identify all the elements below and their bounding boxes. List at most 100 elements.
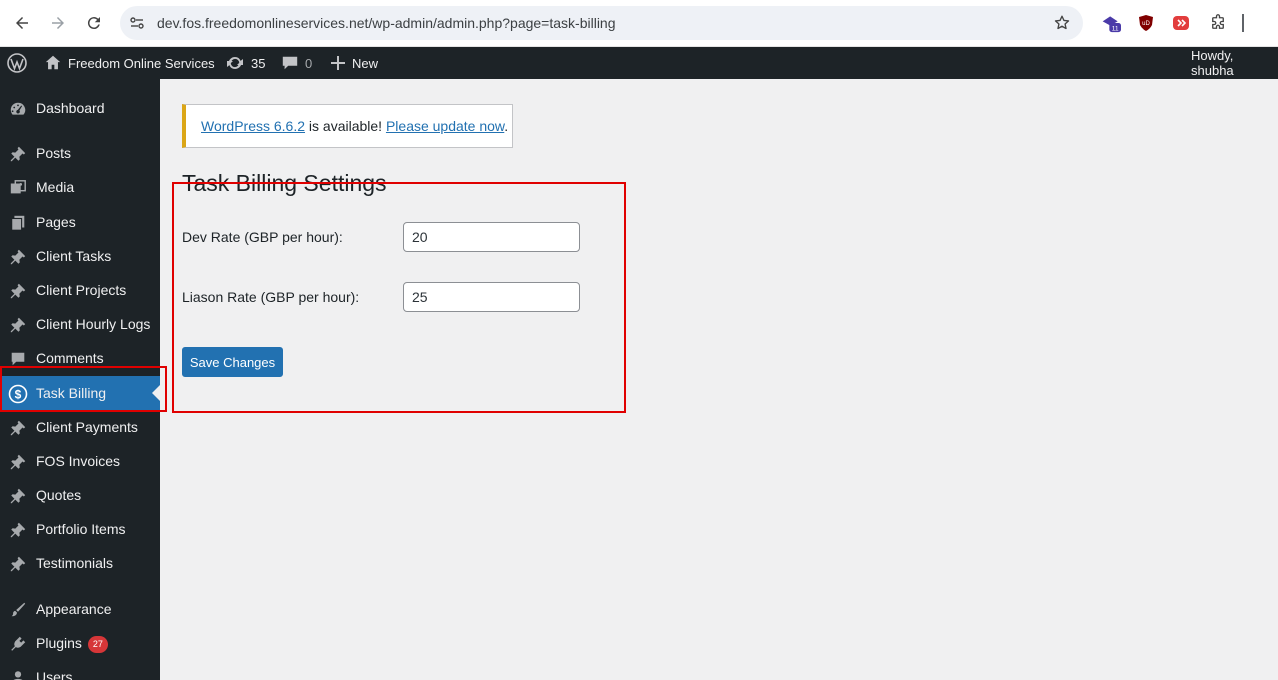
media-extension-icon[interactable]	[1171, 13, 1191, 33]
pin-icon	[8, 452, 28, 472]
puzzle-icon[interactable]	[1208, 13, 1228, 33]
home-icon	[45, 55, 61, 70]
plugin-icon	[8, 634, 28, 654]
sidebar-item-media[interactable]: Media	[0, 170, 160, 204]
profile-divider	[1238, 13, 1248, 33]
svg-text:uD: uD	[1142, 21, 1150, 27]
save-changes-button[interactable]: Save Changes	[182, 347, 283, 377]
sidebar-item-portfolio-items[interactable]: Portfolio Items	[0, 512, 160, 546]
sidebar-label-users: Users	[36, 669, 73, 680]
sidebar-label-client-tasks: Client Tasks	[36, 248, 112, 264]
sidebar-item-client-tasks[interactable]: Client Tasks	[0, 239, 160, 273]
sidebar-item-comments[interactable]: Comments	[0, 341, 160, 375]
sidebar-label-appearance: Appearance	[36, 601, 112, 617]
pin-icon	[8, 486, 28, 506]
updates-icon	[227, 56, 243, 70]
pin-icon	[8, 281, 28, 301]
plugins-label-text: Plugins	[36, 635, 82, 651]
sidebar-item-client-projects[interactable]: Client Projects	[0, 273, 160, 307]
address-bar[interactable]: dev.fos.freedomonlineservices.net/wp-adm…	[120, 6, 1083, 40]
browser-toolbar: dev.fos.freedomonlineservices.net/wp-adm…	[0, 0, 1278, 47]
comments-link[interactable]: 0	[281, 47, 312, 79]
sidebar-item-task-billing[interactable]: $ Task Billing	[0, 376, 160, 410]
sidebar-label-fos-invoices: FOS Invoices	[36, 453, 121, 469]
pin-icon	[8, 418, 28, 438]
users-icon	[8, 668, 28, 680]
pages-icon	[8, 213, 28, 233]
sidebar-label-testimonials: Testimonials	[36, 555, 114, 571]
sidebar-label-client-hourly-logs: Client Hourly Logs	[36, 316, 151, 332]
sidebar-label-comments: Comments	[36, 350, 104, 366]
sidebar-item-testimonials[interactable]: Testimonials	[0, 546, 160, 580]
sidebar-item-client-hourly-logs[interactable]: Client Hourly Logs	[0, 307, 160, 341]
sidebar-label-portfolio-items: Portfolio Items	[36, 521, 126, 537]
arrow-right-icon	[52, 17, 64, 29]
back-button[interactable]	[10, 11, 34, 35]
wordpress-version-link[interactable]: WordPress 6.6.2	[201, 118, 305, 134]
howdy-user-link[interactable]: Howdy, shubha	[1191, 47, 1278, 79]
sidebar-item-appearance[interactable]: Appearance	[0, 592, 160, 626]
pin-icon	[8, 144, 28, 164]
pin-icon	[8, 554, 28, 574]
update-now-link[interactable]: Please update now	[386, 118, 504, 134]
svg-text:11: 11	[1112, 26, 1119, 33]
svg-text:$: $	[15, 388, 22, 402]
sidebar-item-pages[interactable]: Pages	[0, 205, 160, 239]
updates-link[interactable]: 35	[225, 47, 265, 79]
reload-icon	[87, 17, 100, 30]
pin-icon	[8, 520, 28, 540]
ublock-icon[interactable]: uD	[1136, 13, 1156, 33]
sidebar-item-fos-invoices[interactable]: FOS Invoices	[0, 444, 160, 478]
sidebar-item-dashboard[interactable]: Dashboard	[0, 91, 160, 125]
forward-button[interactable]	[46, 11, 70, 35]
updates-count: 35	[251, 55, 266, 71]
sidebar-label-dashboard: Dashboard	[36, 100, 105, 116]
sidebar-label-client-projects: Client Projects	[36, 282, 127, 298]
dev-rate-input[interactable]	[403, 222, 580, 252]
liason-rate-input[interactable]	[403, 282, 580, 312]
sidebar-label-task-billing: Task Billing	[36, 385, 107, 401]
notice-end-text: .	[504, 118, 509, 134]
sidebar-label-plugins: Plugins 27	[36, 634, 108, 653]
admin-sidebar: Dashboard Posts Media Pages Client Tasks…	[0, 79, 160, 680]
pin-icon	[8, 247, 28, 267]
sidebar-item-plugins[interactable]: Plugins 27	[0, 626, 160, 660]
site-name: Freedom Online Services	[68, 55, 215, 71]
comments-count: 0	[305, 55, 313, 71]
admin-bar: Freedom Online Services 35 0 New Howdy, …	[0, 47, 1278, 79]
reload-button[interactable]	[82, 11, 106, 35]
wordpress-logo-icon[interactable]	[7, 47, 33, 79]
howdy-text: Howdy, shubha	[1191, 48, 1234, 78]
arrow-left-icon	[16, 17, 28, 29]
sidebar-item-users[interactable]: Users	[0, 660, 160, 680]
site-settings-icon[interactable]	[129, 15, 145, 31]
notice-middle-text: is available!	[305, 118, 386, 134]
bookmark-star-icon[interactable]	[1053, 14, 1071, 32]
sidebar-item-posts[interactable]: Posts	[0, 136, 160, 170]
brush-icon	[8, 600, 28, 620]
site-name-link[interactable]: Freedom Online Services	[44, 47, 215, 79]
liason-rate-label: Liason Rate (GBP per hour):	[182, 289, 360, 305]
extension-badge-icon[interactable]: 11	[1101, 13, 1121, 33]
page-title: Task Billing Settings	[182, 170, 387, 196]
sidebar-item-quotes[interactable]: Quotes	[0, 478, 160, 512]
new-label: New	[352, 55, 379, 71]
dev-rate-label: Dev Rate (GBP per hour):	[182, 229, 343, 245]
comment-icon	[8, 349, 28, 369]
url-text[interactable]: dev.fos.freedomonlineservices.net/wp-adm…	[157, 15, 616, 31]
media-icon	[8, 178, 28, 198]
sidebar-label-posts: Posts	[36, 145, 72, 161]
comment-bubble-icon	[282, 56, 298, 70]
sidebar-label-media: Media	[36, 179, 75, 195]
sidebar-label-quotes: Quotes	[36, 487, 82, 503]
sidebar-item-client-payments[interactable]: Client Payments	[0, 410, 160, 444]
sidebar-label-client-payments: Client Payments	[36, 419, 138, 435]
sidebar-label-pages: Pages	[36, 214, 76, 230]
dashboard-icon	[8, 99, 28, 119]
pin-icon	[8, 315, 28, 335]
update-notice: WordPress 6.6.2 is available! Please upd…	[182, 104, 513, 148]
dollar-icon: $	[8, 384, 28, 404]
new-content-link[interactable]: New	[330, 47, 378, 79]
plus-icon	[331, 56, 345, 70]
plugins-update-badge: 27	[87, 636, 108, 653]
